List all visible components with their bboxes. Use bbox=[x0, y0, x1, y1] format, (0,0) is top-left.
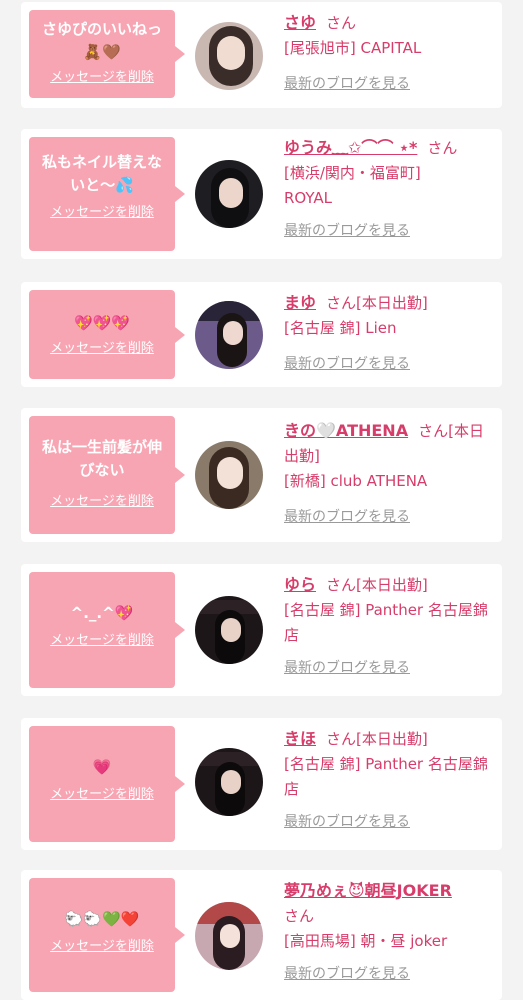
blog-link[interactable]: 最新のブログを見る bbox=[284, 656, 410, 681]
profile-info: まゆ さん[本日出勤] [名古屋 錦] Lien 最新のブログを見る bbox=[284, 290, 494, 377]
message-text: 💖💖💖 bbox=[73, 314, 131, 332]
status-text: [本日出勤] bbox=[356, 294, 428, 312]
profile-info: さゆ さん [尾張旭市] CAPITAL 最新のブログを見る bbox=[284, 10, 494, 97]
honorific: さん bbox=[326, 14, 357, 32]
profile-name-link[interactable]: まゆ bbox=[284, 293, 316, 312]
honorific: さん bbox=[284, 907, 315, 925]
message-bubble: 💖💖💖 メッセージを削除 bbox=[29, 290, 185, 379]
profile-info: 夢乃めぇ😈朝昼JOKER さん [高田馬場] 朝・昼 joker 最新のブログを見… bbox=[284, 878, 494, 987]
shop-text: [新橋] club ATHENA bbox=[284, 472, 428, 490]
blog-link[interactable]: 最新のブログを見る bbox=[284, 72, 410, 97]
avatar[interactable] bbox=[195, 902, 263, 970]
list-item: 💗 メッセージを削除 きほ さん[本日出勤] [名古屋 錦] Panther 名古… bbox=[21, 718, 502, 850]
message-bubble: ^._.^💖 メッセージを削除 bbox=[29, 572, 185, 688]
blog-link[interactable]: 最新のブログを見る bbox=[284, 219, 410, 244]
honorific: さん bbox=[326, 576, 357, 594]
honorific: さん bbox=[326, 730, 357, 748]
profile-info: きの🤍ATHENA さん[本日出勤] [新橋] club ATHENA 最新のブロ… bbox=[284, 418, 494, 530]
message-text: ^._.^💖 bbox=[70, 604, 134, 622]
profile-name-link[interactable]: ゆうみ﹏✩⌒⌒ ⋆* bbox=[284, 138, 417, 157]
profile-name-link[interactable]: きの🤍ATHENA bbox=[284, 421, 408, 440]
message-text: 💗 bbox=[92, 758, 112, 776]
delete-message-link[interactable]: メッセージを削除 bbox=[50, 633, 154, 649]
shop-text: [横浜/関内・福富町] ROYAL bbox=[284, 164, 421, 207]
honorific: さん bbox=[326, 294, 357, 312]
message-bubble: 🐑🐑💚❤️ メッセージを削除 bbox=[29, 878, 185, 992]
delete-message-link[interactable]: メッセージを削除 bbox=[50, 341, 154, 357]
list-item: さゆぴのいいねっ🧸🤎 メッセージを削除 さゆ さん [尾張旭市] CAPITAL … bbox=[21, 2, 502, 108]
list-item: 🐑🐑💚❤️ メッセージを削除 夢乃めぇ😈朝昼JOKER さん [高田馬場] 朝・昼… bbox=[21, 870, 502, 1000]
message-list: さゆぴのいいねっ🧸🤎 メッセージを削除 さゆ さん [尾張旭市] CAPITAL … bbox=[0, 0, 523, 1000]
list-item: 💖💖💖 メッセージを削除 まゆ さん[本日出勤] [名古屋 錦] Lien 最新の… bbox=[21, 282, 502, 387]
avatar[interactable] bbox=[195, 748, 263, 816]
avatar[interactable] bbox=[195, 596, 263, 664]
shop-text: [尾張旭市] CAPITAL bbox=[284, 39, 422, 57]
honorific: さん bbox=[427, 139, 458, 157]
message-text: さゆぴのいいねっ🧸🤎 bbox=[41, 20, 162, 61]
blog-link[interactable]: 最新のブログを見る bbox=[284, 505, 410, 530]
status-text: [本日出勤] bbox=[356, 730, 428, 748]
honorific: さん bbox=[418, 422, 449, 440]
delete-message-link[interactable]: メッセージを削除 bbox=[50, 205, 154, 221]
list-item: 私もネイル替えないと〜💦 メッセージを削除 ゆうみ﹏✩⌒⌒ ⋆* さん [横浜/関… bbox=[21, 129, 502, 259]
shop-text: [高田馬場] 朝・昼 joker bbox=[284, 932, 448, 950]
profile-info: ゆら さん[本日出勤] [名古屋 錦] Panther 名古屋錦店 最新のブログを… bbox=[284, 572, 494, 681]
blog-link[interactable]: 最新のブログを見る bbox=[284, 810, 410, 835]
delete-message-link[interactable]: メッセージを削除 bbox=[50, 70, 154, 86]
shop-text: [名古屋 錦] Lien bbox=[284, 319, 397, 337]
message-text: 🐑🐑💚❤️ bbox=[64, 910, 140, 928]
avatar[interactable] bbox=[195, 441, 263, 509]
blog-link[interactable]: 最新のブログを見る bbox=[284, 352, 410, 377]
message-bubble: 私は一生前髪が伸びない メッセージを削除 bbox=[29, 416, 185, 534]
profile-name-link[interactable]: 夢乃めぇ😈朝昼JOKER bbox=[284, 881, 452, 900]
avatar[interactable] bbox=[195, 22, 263, 90]
list-item: ^._.^💖 メッセージを削除 ゆら さん[本日出勤] [名古屋 錦] Panth… bbox=[21, 564, 502, 696]
profile-info: ゆうみ﹏✩⌒⌒ ⋆* さん [横浜/関内・福富町] ROYAL 最新のブログを見る bbox=[284, 135, 494, 244]
profile-name-link[interactable]: さゆ bbox=[284, 13, 316, 32]
avatar[interactable] bbox=[195, 160, 263, 228]
message-bubble: さゆぴのいいねっ🧸🤎 メッセージを削除 bbox=[29, 10, 185, 98]
message-bubble: 私もネイル替えないと〜💦 メッセージを削除 bbox=[29, 137, 185, 251]
profile-info: きほ さん[本日出勤] [名古屋 錦] Panther 名古屋錦店 最新のブログを… bbox=[284, 726, 494, 835]
avatar[interactable] bbox=[195, 301, 263, 369]
message-text: 私は一生前髪が伸びない bbox=[41, 438, 162, 479]
delete-message-link[interactable]: メッセージを削除 bbox=[50, 939, 154, 955]
shop-text: [名古屋 錦] Panther 名古屋錦店 bbox=[284, 755, 488, 798]
delete-message-link[interactable]: メッセージを削除 bbox=[50, 494, 154, 510]
message-bubble: 💗 メッセージを削除 bbox=[29, 726, 185, 842]
delete-message-link[interactable]: メッセージを削除 bbox=[50, 787, 154, 803]
message-text: 私もネイル替えないと〜💦 bbox=[41, 153, 162, 194]
profile-name-link[interactable]: きほ bbox=[284, 729, 316, 748]
list-item: 私は一生前髪が伸びない メッセージを削除 きの🤍ATHENA さん[本日出勤] [… bbox=[21, 408, 502, 542]
profile-name-link[interactable]: ゆら bbox=[284, 575, 316, 594]
status-text: [本日出勤] bbox=[356, 576, 428, 594]
blog-link[interactable]: 最新のブログを見る bbox=[284, 962, 410, 987]
shop-text: [名古屋 錦] Panther 名古屋錦店 bbox=[284, 601, 488, 644]
